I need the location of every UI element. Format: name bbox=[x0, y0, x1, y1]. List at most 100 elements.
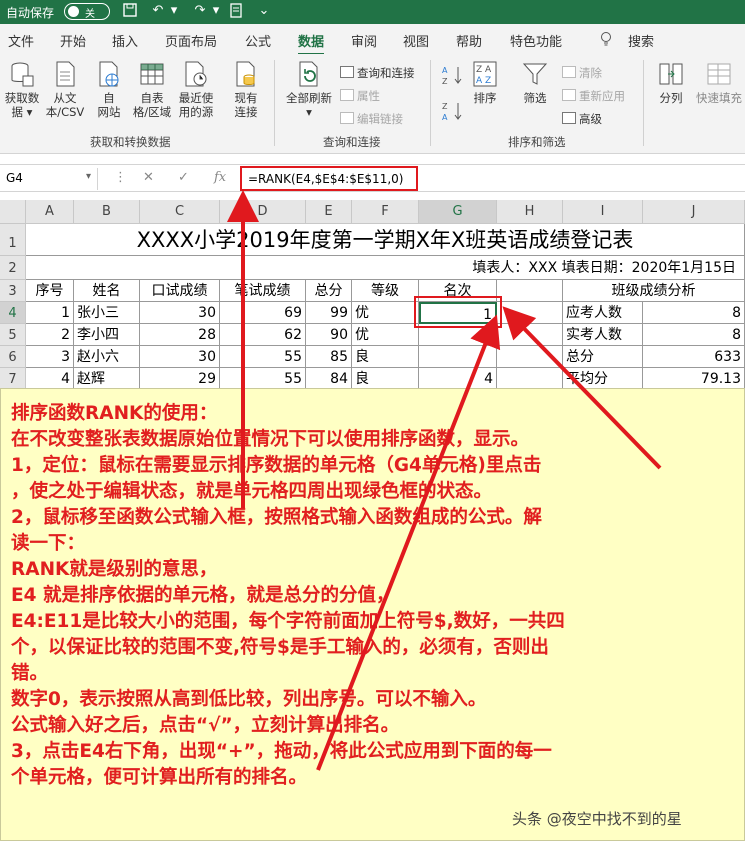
row-header-7[interactable]: 7 bbox=[0, 368, 26, 390]
refresh-all-button[interactable]: 全部刷新 ▾ bbox=[282, 60, 336, 119]
header-oral[interactable]: 口试成绩 bbox=[140, 280, 220, 302]
from-table-button[interactable]: 自表 格/区域 bbox=[132, 60, 172, 119]
filler-info-cell[interactable]: 填表人：XXX 填表日期：2020年1月15日 bbox=[26, 256, 745, 280]
cell-name[interactable]: 张小三 bbox=[74, 302, 140, 324]
cell-empty[interactable] bbox=[497, 368, 563, 390]
print-preview-icon[interactable] bbox=[228, 3, 244, 19]
cell-stat-value[interactable]: 8 bbox=[643, 302, 745, 324]
redo-icon[interactable]: ↷ bbox=[192, 3, 208, 19]
get-data-button[interactable]: 获取数 据 ▾ bbox=[2, 60, 42, 119]
row-header-4[interactable]: 4 bbox=[0, 302, 26, 324]
cell-total[interactable]: 99 bbox=[306, 302, 352, 324]
column-header-d[interactable]: D bbox=[220, 200, 306, 224]
column-header-f[interactable]: F bbox=[352, 200, 419, 224]
cell-stat[interactable]: 实考人数 bbox=[563, 324, 643, 346]
cell-name[interactable]: 李小四 bbox=[74, 324, 140, 346]
queries-connections-button[interactable]: 查询和连接 bbox=[340, 65, 415, 81]
cell-stat[interactable]: 应考人数 bbox=[563, 302, 643, 324]
sheet-title-cell[interactable]: XXXX小学2019年度第一学期X年X班英语成绩登记表 bbox=[26, 224, 745, 256]
reapply-button[interactable]: 重新应用 bbox=[562, 88, 625, 104]
cell-oral[interactable]: 28 bbox=[140, 324, 220, 346]
redo-dropdown-icon[interactable]: ▾ bbox=[208, 3, 224, 19]
cell-rank[interactable] bbox=[419, 346, 497, 368]
header-no[interactable]: 序号 bbox=[26, 280, 74, 302]
sort-desc-button[interactable]: ZA bbox=[440, 100, 466, 125]
row-header-3[interactable]: 3 bbox=[0, 280, 26, 302]
cell-rank[interactable]: 4 bbox=[419, 368, 497, 390]
edit-links-button[interactable]: 编辑链接 bbox=[340, 111, 403, 127]
row-header-2[interactable]: 2 bbox=[0, 256, 26, 280]
column-header-g[interactable]: G bbox=[419, 200, 497, 224]
cell-no[interactable]: 3 bbox=[26, 346, 74, 368]
tab-formulas[interactable]: 公式 bbox=[245, 31, 271, 50]
filter-button[interactable]: 筛选 bbox=[520, 60, 550, 105]
autosave-toggle[interactable]: 关 bbox=[64, 3, 110, 20]
cell-grade[interactable]: 良 bbox=[352, 346, 419, 368]
cell-empty[interactable] bbox=[497, 302, 563, 324]
cell-stat[interactable]: 总分 bbox=[563, 346, 643, 368]
from-text-button[interactable]: 从文 本/CSV bbox=[44, 60, 86, 119]
column-header-e[interactable]: E bbox=[306, 200, 352, 224]
column-header-i[interactable]: I bbox=[563, 200, 643, 224]
tab-features[interactable]: 特色功能 bbox=[510, 31, 562, 50]
tab-file[interactable]: 文件 bbox=[8, 31, 34, 50]
tab-insert[interactable]: 插入 bbox=[112, 31, 138, 50]
column-header-h[interactable]: H bbox=[497, 200, 563, 224]
cell-name[interactable]: 赵小六 bbox=[74, 346, 140, 368]
undo-icon[interactable]: ↶ bbox=[150, 3, 166, 19]
save-icon[interactable] bbox=[122, 3, 138, 19]
cell-total[interactable]: 84 bbox=[306, 368, 352, 390]
advanced-button[interactable]: 高级 bbox=[562, 111, 602, 127]
tab-review[interactable]: 审阅 bbox=[351, 31, 377, 50]
from-web-button[interactable]: 自 网站 bbox=[94, 60, 124, 119]
row-header-6[interactable]: 6 bbox=[0, 346, 26, 368]
existing-connections-button[interactable]: 现有 连接 bbox=[230, 60, 262, 119]
header-written[interactable]: 笔试成绩 bbox=[220, 280, 306, 302]
header-analysis[interactable]: 班级成绩分析 bbox=[563, 280, 745, 302]
column-header-a[interactable]: A bbox=[26, 200, 74, 224]
undo-dropdown-icon[interactable]: ▾ bbox=[166, 3, 182, 19]
insert-function-icon[interactable]: fx bbox=[214, 170, 226, 185]
tab-view[interactable]: 视图 bbox=[403, 31, 429, 50]
name-box[interactable]: G4 bbox=[2, 168, 98, 190]
tab-search[interactable]: 搜索 bbox=[628, 31, 654, 50]
cell-written[interactable]: 69 bbox=[220, 302, 306, 324]
row-header-1[interactable]: 1 bbox=[0, 224, 26, 256]
cell-stat-value[interactable]: 633 bbox=[643, 346, 745, 368]
text-to-columns-button[interactable]: 分列 bbox=[654, 60, 688, 105]
enter-formula-icon[interactable]: ✓ bbox=[178, 170, 189, 185]
column-header-c[interactable]: C bbox=[140, 200, 220, 224]
cancel-formula-icon[interactable]: ✕ bbox=[143, 170, 154, 185]
formula-input[interactable]: =RANK(E4,$E$4:$E$11,0) bbox=[240, 166, 418, 191]
cell-total[interactable]: 90 bbox=[306, 324, 352, 346]
header-total[interactable]: 总分 bbox=[306, 280, 352, 302]
name-box-dropdown-icon[interactable]: ▾ bbox=[86, 171, 91, 182]
cell-stat[interactable]: 平均分 bbox=[563, 368, 643, 390]
cell-written[interactable]: 55 bbox=[220, 368, 306, 390]
cell-oral[interactable]: 29 bbox=[140, 368, 220, 390]
select-all-corner[interactable] bbox=[0, 200, 26, 224]
cell-name[interactable]: 赵辉 bbox=[74, 368, 140, 390]
header-grade[interactable]: 等级 bbox=[352, 280, 419, 302]
cell-no[interactable]: 2 bbox=[26, 324, 74, 346]
cell-oral[interactable]: 30 bbox=[140, 302, 220, 324]
column-header-j[interactable]: J bbox=[643, 200, 745, 224]
tab-layout[interactable]: 页面布局 bbox=[165, 31, 217, 50]
cell-no[interactable]: 1 bbox=[26, 302, 74, 324]
cell-oral[interactable]: 30 bbox=[140, 346, 220, 368]
cell-stat-value[interactable]: 8 bbox=[643, 324, 745, 346]
recent-sources-button[interactable]: 最近使 用的源 bbox=[176, 60, 216, 119]
customize-toolbar-icon[interactable]: ⌄ bbox=[256, 3, 272, 19]
cell-stat-value[interactable]: 79.13 bbox=[643, 368, 745, 390]
header-name[interactable]: 姓名 bbox=[74, 280, 140, 302]
row-header-5[interactable]: 5 bbox=[0, 324, 26, 346]
tab-home[interactable]: 开始 bbox=[60, 31, 86, 50]
tab-data[interactable]: 数据 bbox=[298, 31, 325, 56]
properties-button[interactable]: 属性 bbox=[340, 88, 380, 104]
lightbulb-icon[interactable] bbox=[600, 31, 612, 50]
sort-asc-button[interactable]: AZ bbox=[440, 64, 466, 89]
cell-total[interactable]: 85 bbox=[306, 346, 352, 368]
header-empty[interactable] bbox=[497, 280, 563, 302]
cell-grade[interactable]: 良 bbox=[352, 368, 419, 390]
cell-written[interactable]: 62 bbox=[220, 324, 306, 346]
